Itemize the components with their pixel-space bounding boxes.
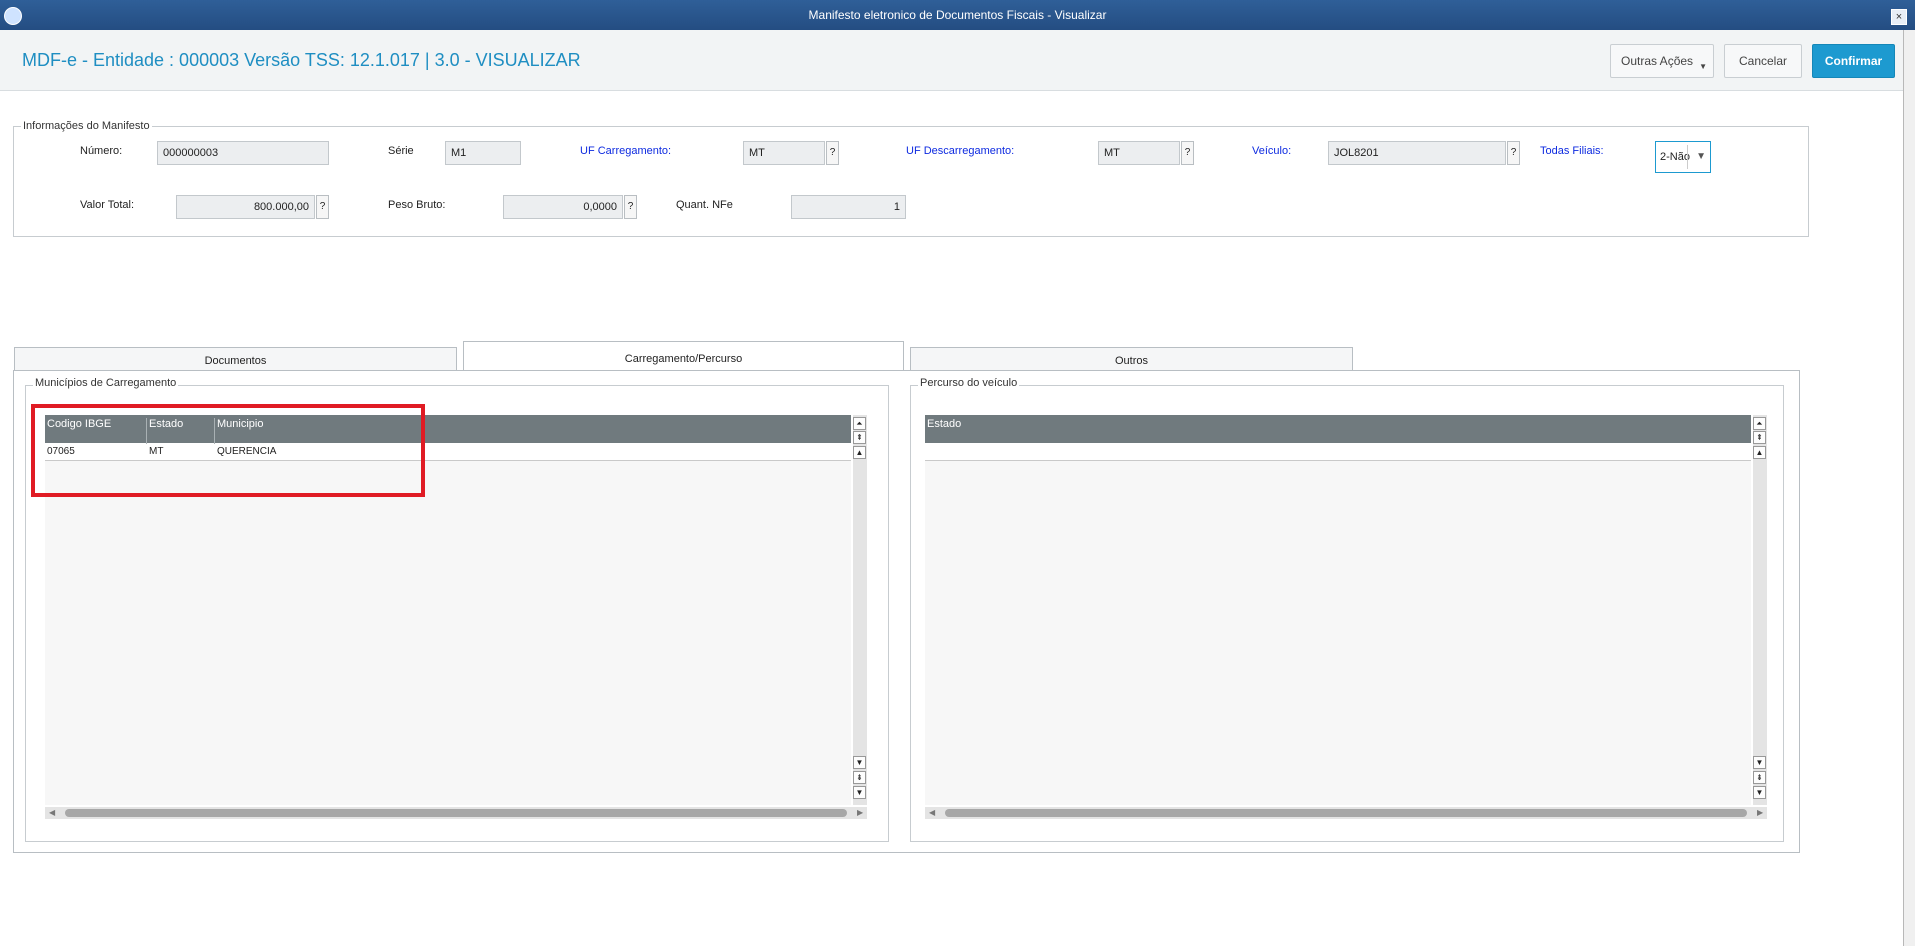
table-row[interactable]	[925, 444, 1751, 461]
close-icon[interactable]: ×	[1891, 9, 1907, 25]
peso-bruto-help-icon[interactable]: ?	[624, 195, 637, 219]
municipios-carregamento-legend: Municípios de Carregamento	[33, 377, 179, 389]
numero-label: Número:	[80, 145, 123, 157]
scroll-down-icon[interactable]: ▼	[853, 756, 866, 769]
confirm-button[interactable]: Confirmar	[1812, 44, 1895, 78]
carregamento-vertical-scrollbar[interactable]: ⏶ ⇞ ▲ ▼ ⇟ ▼	[853, 415, 867, 805]
window-titlebar: Manifesto eletronico de Documentos Fisca…	[0, 0, 1915, 30]
chevron-down-icon: ▼	[1696, 151, 1706, 162]
chevron-down-icon: ▼	[1699, 62, 1707, 71]
scroll-bottom-icon[interactable]: ▼	[1753, 786, 1766, 799]
page-header: MDF-e - Entidade : 000003 Versão TSS: 12…	[0, 30, 1915, 91]
percurso-grid-body	[925, 461, 1751, 805]
scroll-right-icon[interactable]: ▶	[857, 807, 863, 819]
percurso-grid-header: Estado	[925, 415, 1751, 443]
column-header-estado[interactable]: Estado	[927, 418, 961, 430]
page-down-icon[interactable]: ⇟	[1753, 771, 1766, 784]
page-down-icon[interactable]: ⇟	[853, 771, 866, 784]
percurso-veiculo-legend: Percurso do veículo	[918, 377, 1020, 389]
serie-field[interactable]: M1	[445, 141, 521, 165]
peso-bruto-field[interactable]: 0,0000	[503, 195, 623, 219]
scroll-down-icon[interactable]: ▼	[1753, 756, 1766, 769]
scroll-top-icon[interactable]: ⏶	[1753, 417, 1766, 430]
scrollbar-thumb[interactable]	[945, 809, 1747, 817]
serie-label: Série	[388, 145, 414, 157]
uf-descarregamento-lookup-icon[interactable]: ?	[1181, 141, 1194, 165]
veiculo-label: Veículo:	[1252, 145, 1292, 157]
scroll-up-icon[interactable]: ▲	[853, 446, 866, 459]
uf-carregamento-label: UF Carregamento:	[580, 145, 672, 157]
tab-carregamento-percurso[interactable]: Carregamento/Percurso	[463, 341, 904, 371]
quant-nfe-field[interactable]: 1	[791, 195, 906, 219]
percurso-vertical-scrollbar[interactable]: ⏶ ⇞ ▲ ▼ ⇟ ▼	[1753, 415, 1767, 805]
valor-total-label: Valor Total:	[80, 199, 135, 211]
uf-descarregamento-label: UF Descarregamento:	[906, 145, 1015, 157]
other-actions-button[interactable]: Outras Ações ▼	[1610, 44, 1714, 78]
page-title: MDF-e - Entidade : 000003 Versão TSS: 12…	[22, 50, 581, 70]
cancel-button[interactable]: Cancelar	[1724, 44, 1802, 78]
uf-carregamento-lookup-icon[interactable]: ?	[826, 141, 839, 165]
page-up-icon[interactable]: ⇞	[853, 431, 866, 444]
scroll-right-icon[interactable]: ▶	[1757, 807, 1763, 819]
scroll-bottom-icon[interactable]: ▼	[853, 786, 866, 799]
valor-total-field[interactable]: 800.000,00	[176, 195, 315, 219]
todas-filiais-label: Todas Filiais:	[1540, 145, 1604, 157]
numero-field[interactable]: 000000003	[157, 141, 329, 165]
veiculo-field[interactable]: JOL8201	[1328, 141, 1506, 165]
scroll-left-icon[interactable]: ◀	[49, 807, 55, 819]
scrollbar-thumb[interactable]	[65, 809, 847, 817]
todas-filiais-select[interactable]: 2-Não ▼	[1655, 141, 1711, 173]
percurso-horizontal-scrollbar[interactable]: ◀ ▶	[925, 807, 1767, 819]
other-actions-label: Outras Ações	[1621, 54, 1694, 68]
quant-nfe-label: Quant. NFe	[676, 199, 733, 211]
tab-documentos[interactable]: Documentos	[14, 347, 457, 371]
carregamento-horizontal-scrollbar[interactable]: ◀ ▶	[45, 807, 867, 819]
highlight-box	[31, 404, 425, 497]
peso-bruto-label: Peso Bruto:	[388, 199, 446, 211]
select-divider	[1687, 145, 1688, 169]
scroll-up-icon[interactable]: ▲	[1753, 446, 1766, 459]
manifest-info-legend: Informações do Manifesto	[21, 120, 152, 132]
uf-descarregamento-field[interactable]: MT	[1098, 141, 1180, 165]
todas-filiais-value: 2-Não	[1660, 151, 1690, 163]
window-right-border	[1903, 30, 1915, 946]
scroll-left-icon[interactable]: ◀	[929, 807, 935, 819]
veiculo-lookup-icon[interactable]: ?	[1507, 141, 1520, 165]
scroll-top-icon[interactable]: ⏶	[853, 417, 866, 430]
carregamento-grid-body	[45, 461, 851, 805]
page-up-icon[interactable]: ⇞	[1753, 431, 1766, 444]
valor-total-help-icon[interactable]: ?	[316, 195, 329, 219]
uf-carregamento-field[interactable]: MT	[743, 141, 825, 165]
tab-outros[interactable]: Outros	[910, 347, 1353, 371]
window-title: Manifesto eletronico de Documentos Fisca…	[808, 8, 1107, 22]
